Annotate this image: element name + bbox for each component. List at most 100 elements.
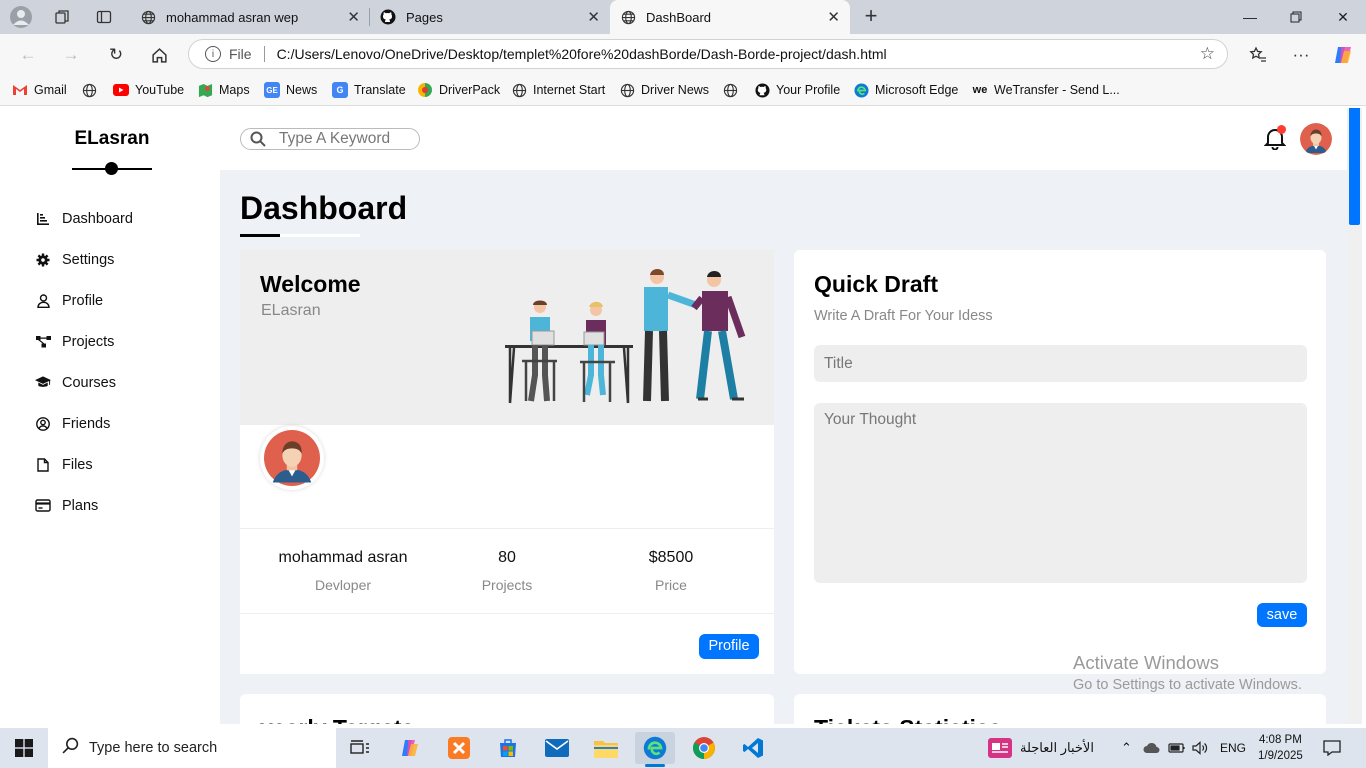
mail-icon[interactable] bbox=[537, 732, 577, 764]
copilot-icon[interactable] bbox=[1330, 42, 1356, 68]
bookmark-globe[interactable] bbox=[81, 82, 103, 98]
tab-title: Pages bbox=[406, 9, 443, 25]
bookmark-driver-news[interactable]: Driver News bbox=[619, 82, 709, 98]
watermark-line1: Activate Windows bbox=[1073, 652, 1219, 673]
bookmarks-bar: Gmail YouTube Maps GE News G Translate Dri… bbox=[0, 74, 1366, 106]
back-icon[interactable]: ← bbox=[15, 42, 41, 68]
new-tab-icon[interactable]: + bbox=[858, 4, 884, 30]
sidebar-item-courses[interactable]: Courses bbox=[4, 362, 220, 403]
team-illustration bbox=[505, 269, 746, 404]
sidebar-item-profile[interactable]: Profile bbox=[4, 280, 220, 321]
taskbar-search-input[interactable]: Type here to search bbox=[48, 728, 336, 768]
more-menu-icon[interactable]: ··· bbox=[1288, 42, 1314, 68]
favorite-star-icon[interactable]: ☆ bbox=[1200, 44, 1215, 64]
address-bar: ← → ↻ i File C:/Users/Lenovo/OneDrive/De… bbox=[0, 34, 1366, 74]
globe-icon bbox=[140, 9, 156, 25]
notification-dot bbox=[1277, 125, 1286, 134]
tab-actions-icon[interactable] bbox=[92, 5, 116, 29]
bookmark-driverpack[interactable]: DriverPack bbox=[417, 82, 500, 98]
search-icon bbox=[250, 131, 267, 147]
clock[interactable]: 4:08 PM 1/9/2025 bbox=[1258, 732, 1303, 764]
battery-icon[interactable] bbox=[1168, 728, 1186, 768]
microsoft-store-icon[interactable] bbox=[488, 732, 528, 764]
welcome-header: Welcome ELasran bbox=[240, 250, 774, 425]
edge-icon bbox=[853, 82, 869, 98]
show-hidden-icons-icon[interactable]: ⌃ bbox=[1121, 728, 1132, 768]
info-icon[interactable]: i bbox=[205, 46, 221, 62]
workspaces-icon[interactable] bbox=[50, 5, 74, 29]
favorites-icon[interactable] bbox=[1245, 42, 1271, 68]
language-indicator[interactable]: ENG bbox=[1220, 728, 1246, 768]
cloud-icon[interactable] bbox=[1143, 728, 1161, 768]
tab-dashboard[interactable]: DashBoard ✕ bbox=[610, 0, 850, 34]
sidebar-item-dashboard[interactable]: Dashboard bbox=[4, 198, 220, 239]
file-explorer-icon[interactable] bbox=[586, 732, 626, 764]
driverpack-icon bbox=[417, 82, 433, 98]
volume-icon[interactable] bbox=[1192, 728, 1208, 768]
vscode-icon[interactable] bbox=[733, 732, 773, 764]
card-title: yearly Targets bbox=[260, 715, 414, 724]
page-scrollbar[interactable] bbox=[1347, 108, 1362, 724]
sidebar-item-plans[interactable]: Plans bbox=[4, 485, 220, 526]
avatar[interactable] bbox=[1300, 123, 1332, 155]
draft-thought-textarea[interactable] bbox=[814, 403, 1307, 583]
bookmark-wetransfer[interactable]: we WeTransfer - Send L... bbox=[972, 82, 1120, 98]
edge-app-icon[interactable] bbox=[635, 732, 675, 767]
search-input[interactable] bbox=[279, 130, 419, 148]
globe-icon bbox=[619, 82, 635, 98]
bookmark-globe-2[interactable] bbox=[722, 82, 744, 98]
bookmark-internet-start[interactable]: Internet Start bbox=[511, 82, 605, 98]
close-icon[interactable]: ✕ bbox=[347, 8, 360, 26]
welcome-card: Welcome ELasran mohammad asran Devloper … bbox=[240, 250, 774, 674]
task-view-icon[interactable] bbox=[340, 732, 380, 764]
xampp-icon[interactable] bbox=[439, 732, 479, 764]
draft-subtitle: Write A Draft For Your Idess bbox=[814, 308, 993, 324]
bookmark-maps[interactable]: Maps bbox=[197, 82, 250, 98]
copilot-app-icon[interactable] bbox=[390, 732, 430, 764]
save-button[interactable]: save bbox=[1257, 603, 1307, 627]
scrollbar-thumb[interactable] bbox=[1349, 108, 1360, 225]
forward-icon[interactable]: → bbox=[58, 42, 84, 68]
close-icon[interactable]: ✕ bbox=[827, 8, 840, 26]
bookmark-microsoft-edge[interactable]: Microsoft Edge bbox=[853, 82, 958, 98]
close-window-icon[interactable]: ✕ bbox=[1320, 0, 1366, 34]
bookmark-news[interactable]: GE News bbox=[264, 82, 317, 98]
gear-icon bbox=[35, 253, 51, 267]
draft-title-input[interactable] bbox=[814, 345, 1307, 382]
url-input[interactable]: i File C:/Users/Lenovo/OneDrive/Desktop/… bbox=[188, 39, 1228, 69]
sidebar-item-friends[interactable]: Friends bbox=[4, 403, 220, 444]
close-icon[interactable]: ✕ bbox=[587, 8, 600, 26]
news-widget[interactable]: الأخبار العاجلة bbox=[988, 728, 1094, 768]
sidebar-item-projects[interactable]: Projects bbox=[4, 321, 220, 362]
news-widget-label: الأخبار العاجلة bbox=[1020, 740, 1094, 755]
home-icon[interactable] bbox=[146, 42, 172, 68]
restore-icon[interactable] bbox=[1273, 0, 1319, 34]
graduation-cap-icon bbox=[35, 376, 51, 389]
globe-icon bbox=[511, 82, 527, 98]
globe-icon bbox=[620, 9, 636, 25]
profile-avatar-icon[interactable] bbox=[9, 5, 33, 29]
sidebar-item-settings[interactable]: Settings bbox=[4, 239, 220, 280]
chrome-icon[interactable] bbox=[684, 732, 724, 764]
tab-pages[interactable]: Pages ✕ bbox=[370, 0, 610, 34]
sidebar-menu: Dashboard Settings Profile Projects Cour… bbox=[4, 198, 220, 526]
notifications-bell-icon[interactable] bbox=[1263, 125, 1287, 151]
bookmark-your-profile[interactable]: Your Profile bbox=[754, 82, 840, 98]
profile-button[interactable]: Profile bbox=[699, 634, 759, 659]
refresh-icon[interactable]: ↻ bbox=[103, 42, 129, 68]
bookmark-gmail[interactable]: Gmail bbox=[12, 82, 67, 98]
minimize-icon[interactable]: — bbox=[1227, 0, 1273, 34]
news-icon: GE bbox=[264, 82, 280, 98]
windows-start-icon[interactable] bbox=[0, 728, 48, 768]
sidebar-item-files[interactable]: Files bbox=[4, 444, 220, 485]
taskbar: Type here to search الأخبار العاجلة ⌃ EN… bbox=[0, 728, 1366, 768]
stat-value: mohammad asran bbox=[278, 549, 408, 566]
bookmark-translate[interactable]: G Translate bbox=[332, 82, 406, 98]
welcome-subtitle: ELasran bbox=[261, 302, 321, 319]
stat-projects: 80 Projects bbox=[418, 529, 596, 593]
tab-mohammad-asran[interactable]: mohammad asran wep ✕ bbox=[130, 0, 370, 34]
youtube-icon bbox=[113, 82, 129, 98]
notification-center-icon[interactable] bbox=[1323, 728, 1341, 768]
bookmark-youtube[interactable]: YouTube bbox=[113, 82, 184, 98]
tickets-statistics-card: Tickets Statistics bbox=[794, 694, 1326, 724]
